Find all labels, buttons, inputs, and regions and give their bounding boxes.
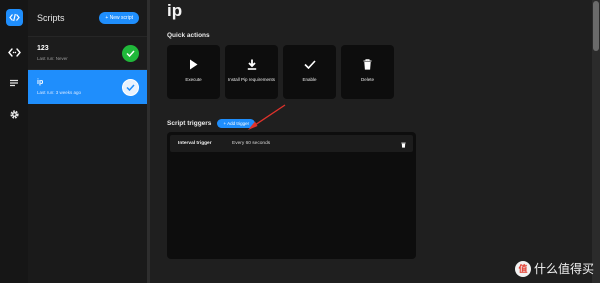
script-last-run: Last run: 3 weeks ago <box>37 90 82 95</box>
delete-trigger-trash-icon[interactable] <box>401 135 406 153</box>
sidebar-header: Scripts + New script <box>28 0 147 36</box>
enable-button[interactable]: Enable <box>283 45 336 99</box>
trash-icon <box>363 58 372 70</box>
script-name: 123 <box>37 45 49 52</box>
settings-gear-icon[interactable] <box>0 106 28 122</box>
download-icon <box>247 58 257 70</box>
execute-button[interactable]: Execute <box>167 45 220 99</box>
action-label: Enable <box>302 77 317 82</box>
add-trigger-button[interactable]: + Add trigger <box>217 119 256 128</box>
install-pip-requirements-button[interactable]: Install Pip requirements <box>225 45 278 99</box>
watermark-logo-icon: 值 <box>514 260 531 277</box>
triggers-list: Interval trigger Every 60 seconds <box>167 132 416 259</box>
script-name: ip <box>37 79 44 86</box>
script-last-run: Last run: Never <box>37 56 68 61</box>
success-check-icon <box>122 44 139 62</box>
scripts-nav-icon[interactable] <box>0 44 28 60</box>
app-window: Scripts + New script 123 Last run: Never… <box>0 0 600 283</box>
check-icon <box>303 58 316 70</box>
delete-button[interactable]: Delete <box>341 45 394 99</box>
play-icon <box>189 58 198 70</box>
trigger-type: Interval trigger <box>178 141 212 146</box>
script-item-ip[interactable]: ip Last run: 3 weeks ago <box>28 70 147 104</box>
watermark: 值 什么值得买 <box>514 260 594 277</box>
scrollbar[interactable] <box>592 0 600 283</box>
action-label: Install Pip requirements <box>227 77 276 82</box>
quick-actions: Execute Install Pip requirements Enable … <box>167 45 600 99</box>
sidebar-title: Scripts <box>37 13 65 23</box>
watermark-text: 什么值得买 <box>533 262 594 276</box>
trigger-row[interactable]: Interval trigger Every 60 seconds <box>170 135 413 152</box>
quick-actions-heading: Quick actions <box>167 32 210 39</box>
icon-rail <box>0 0 28 283</box>
script-detail-panel: ip Quick actions Execute Install Pip req… <box>150 0 600 283</box>
script-triggers-heading: Script triggers <box>167 120 212 127</box>
page-title: ip <box>167 1 183 20</box>
logs-nav-icon[interactable] <box>0 75 28 91</box>
selected-check-icon <box>122 78 139 96</box>
scrollbar-thumb[interactable] <box>593 1 599 51</box>
script-item-123[interactable]: 123 Last run: Never <box>28 36 147 70</box>
app-logo-icon[interactable] <box>5 9 23 26</box>
action-label: Execute <box>185 77 202 82</box>
new-script-button[interactable]: + New script <box>99 12 139 24</box>
trigger-value: Every 60 seconds <box>232 141 271 146</box>
action-label: Delete <box>360 77 374 82</box>
triggers-header: Script triggers + Add trigger <box>167 119 600 128</box>
scripts-sidebar: Scripts + New script 123 Last run: Never… <box>28 0 150 283</box>
